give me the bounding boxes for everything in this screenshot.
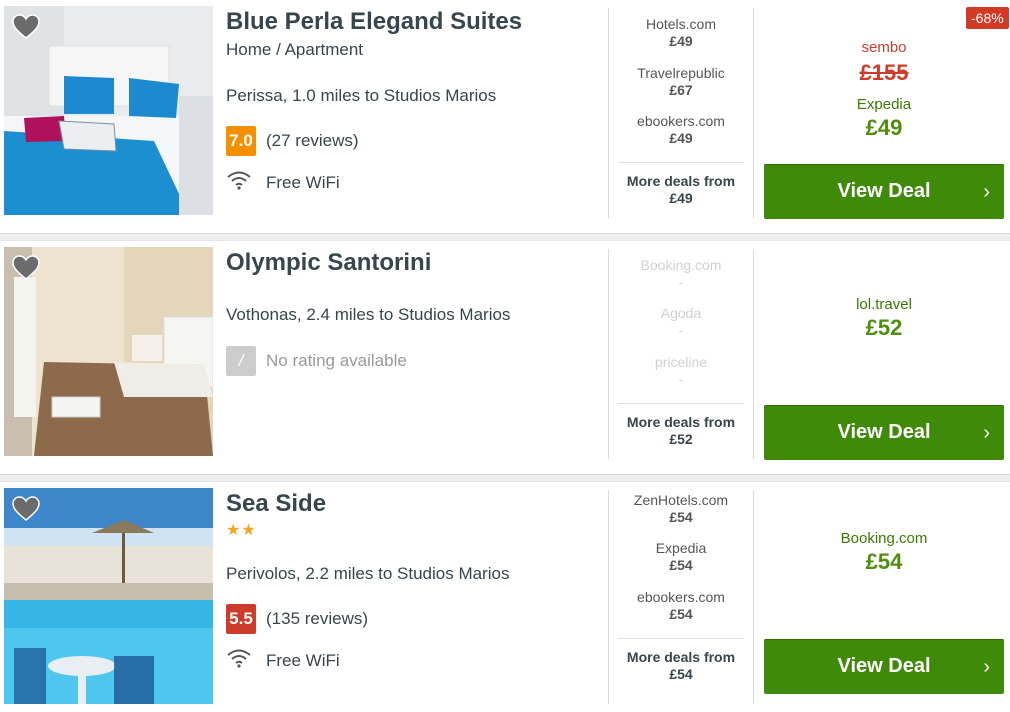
more-deals-price: £54 bbox=[669, 666, 693, 682]
best-deal-provider: Booking.com bbox=[840, 530, 928, 547]
deal-item: Agoda - bbox=[618, 305, 744, 338]
best-deal: sembo £155 Expedia £49 bbox=[764, 39, 1004, 141]
amenity-label: Free WiFi bbox=[266, 650, 340, 670]
more-deals-label: More deals from bbox=[626, 173, 736, 189]
star-rating: ★★ bbox=[226, 522, 257, 539]
hotel-card: Olympic Santorini Vothonas, 2.4 miles to… bbox=[0, 241, 1010, 474]
deal-item[interactable]: ebookers.com £54 bbox=[618, 589, 744, 622]
divider bbox=[608, 490, 609, 704]
chevron-right-icon: › bbox=[983, 656, 990, 678]
deal-price: £54 bbox=[669, 557, 693, 573]
more-deals-link[interactable]: More deals from £49 bbox=[618, 162, 744, 206]
deal-item: Booking.com - bbox=[618, 257, 744, 290]
more-deals-label: More deals from bbox=[626, 649, 736, 665]
deal-item: priceline - bbox=[618, 354, 744, 387]
divider bbox=[753, 249, 754, 459]
hotel-photo[interactable] bbox=[4, 6, 213, 215]
heart-icon[interactable] bbox=[12, 14, 40, 40]
deal-price: £54 bbox=[669, 606, 693, 622]
deal-item[interactable]: Hotels.com £49 bbox=[618, 16, 744, 49]
amenity-label: Free WiFi bbox=[266, 172, 340, 192]
best-deal: lol.travel £52 bbox=[764, 296, 1004, 341]
view-deal-label: View Deal bbox=[837, 421, 931, 443]
original-price: £155 bbox=[859, 60, 909, 85]
rating-row: 5.5 (135 reviews) bbox=[226, 604, 368, 634]
deal-price: - bbox=[678, 322, 684, 338]
property-type: Home / Apartment bbox=[226, 40, 364, 59]
divider bbox=[608, 249, 609, 459]
deal-provider: Booking.com bbox=[640, 257, 722, 273]
divider bbox=[753, 490, 754, 704]
hotel-photo[interactable] bbox=[4, 247, 213, 456]
discount-badge: -68% bbox=[966, 7, 1009, 29]
divider bbox=[753, 8, 754, 218]
view-deal-button[interactable]: View Deal › bbox=[764, 405, 1004, 460]
chevron-right-icon: › bbox=[983, 181, 990, 203]
view-deal-button[interactable]: View Deal › bbox=[764, 164, 1004, 219]
best-deal: Booking.com £54 bbox=[764, 530, 1004, 575]
hotel-title[interactable]: Blue Perla Elegand Suites bbox=[226, 8, 522, 36]
review-count[interactable]: (27 reviews) bbox=[266, 131, 359, 151]
wifi-icon bbox=[226, 648, 266, 673]
deal-item[interactable]: ebookers.com £49 bbox=[618, 113, 744, 146]
chevron-right-icon: › bbox=[983, 422, 990, 444]
more-deals-label: More deals from bbox=[626, 414, 736, 430]
more-deals-link[interactable]: More deals from £54 bbox=[618, 638, 744, 682]
rating-score-badge: / bbox=[226, 346, 256, 376]
hotel-title[interactable]: Sea Side bbox=[226, 490, 326, 518]
view-deal-label: View Deal bbox=[837, 180, 931, 202]
rating-row: / No rating available bbox=[226, 346, 407, 376]
hotel-location: Vothonas, 2.4 miles to Studios Marios bbox=[226, 305, 511, 324]
deal-provider: priceline bbox=[654, 354, 708, 370]
deal-provider: ebookers.com bbox=[637, 113, 725, 129]
best-deal-provider: lol.travel bbox=[856, 296, 912, 313]
hotel-location: Perissa, 1.0 miles to Studios Marios bbox=[226, 86, 497, 105]
deal-provider: Agoda bbox=[660, 305, 702, 321]
rating-score-badge: 5.5 bbox=[226, 604, 256, 634]
amenity-row: Free WiFi bbox=[226, 170, 340, 195]
hotel-card: Sea Side ★★ Perivolos, 2.2 miles to Stud… bbox=[0, 482, 1010, 712]
rating-row: 7.0 (27 reviews) bbox=[226, 126, 359, 156]
deal-provider: ebookers.com bbox=[637, 589, 725, 605]
deal-provider: Hotels.com bbox=[645, 16, 717, 32]
best-deal-provider: Expedia bbox=[856, 96, 912, 113]
card-separator bbox=[0, 233, 1010, 241]
deal-item[interactable]: ZenHotels.com £54 bbox=[618, 492, 744, 525]
card-separator bbox=[0, 474, 1010, 482]
deal-price: - bbox=[678, 371, 684, 387]
rating-score-badge: 7.0 bbox=[226, 126, 256, 156]
deal-provider: Travelrepublic bbox=[637, 65, 725, 81]
hotel-location: Perivolos, 2.2 miles to Studios Marios bbox=[226, 564, 510, 583]
view-deal-label: View Deal bbox=[837, 655, 931, 677]
best-deal-price: £52 bbox=[865, 315, 903, 340]
wifi-icon bbox=[226, 170, 266, 195]
deal-price: £67 bbox=[669, 82, 693, 98]
best-deal-price: £54 bbox=[865, 549, 903, 574]
deal-price: - bbox=[678, 274, 684, 290]
heart-icon[interactable] bbox=[12, 255, 40, 281]
more-deals-link[interactable]: More deals from £52 bbox=[618, 403, 744, 447]
deal-price: £54 bbox=[669, 509, 693, 525]
review-count[interactable]: (135 reviews) bbox=[266, 609, 368, 629]
divider bbox=[608, 8, 609, 218]
deal-item[interactable]: Travelrepublic £67 bbox=[618, 65, 744, 98]
more-deals-price: £52 bbox=[669, 431, 693, 447]
more-deals-price: £49 bbox=[669, 190, 693, 206]
hotel-card: Blue Perla Elegand Suites Home / Apartme… bbox=[0, 0, 1010, 233]
deal-price: £49 bbox=[669, 33, 693, 49]
hotel-title[interactable]: Olympic Santorini bbox=[226, 249, 431, 277]
amenity-row: Free WiFi bbox=[226, 648, 340, 673]
original-provider: sembo bbox=[861, 39, 907, 56]
deal-item[interactable]: Expedia £54 bbox=[618, 540, 744, 573]
view-deal-button[interactable]: View Deal › bbox=[764, 639, 1004, 694]
deal-price: £49 bbox=[669, 130, 693, 146]
no-rating-label: No rating available bbox=[266, 351, 407, 370]
heart-icon[interactable] bbox=[12, 496, 40, 522]
deal-provider: ZenHotels.com bbox=[633, 492, 729, 508]
hotel-photo[interactable] bbox=[4, 488, 213, 704]
best-deal-price: £49 bbox=[865, 115, 903, 140]
deal-provider: Expedia bbox=[655, 540, 707, 556]
